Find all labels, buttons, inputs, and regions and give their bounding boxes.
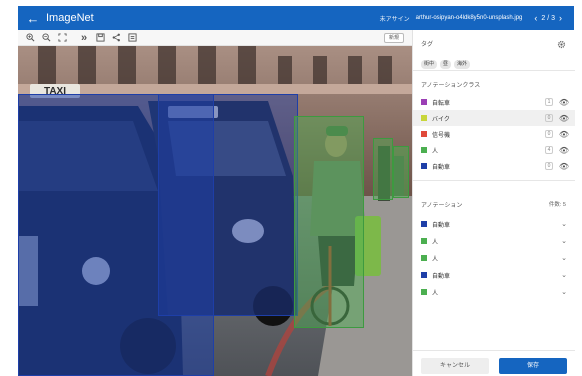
annotation-label: 人 <box>432 256 439 263</box>
annotation-label: 自動車 <box>432 222 451 229</box>
class-color-swatch <box>421 99 427 105</box>
skip-forward-icon[interactable]: » <box>78 32 90 44</box>
class-row[interactable]: 人 4 👁︎ <box>413 142 575 158</box>
tag-chip[interactable]: 昼 <box>440 60 452 69</box>
annotation-color-swatch <box>421 272 427 278</box>
file-name: arthur-osipyan-o4ldk8y5n0-unsplash.jpg <box>415 15 523 21</box>
annotations-count: 件数: 5 <box>548 202 566 208</box>
image-pager: ‹ 2 / 3 › <box>530 13 566 23</box>
class-label: 自動車 <box>432 164 451 171</box>
cancel-button[interactable]: キャンセル <box>421 358 489 374</box>
annotation-color-swatch <box>421 255 427 261</box>
annotation-box-person[interactable] <box>393 146 409 198</box>
annotation-label: 自動車 <box>432 273 451 280</box>
header-meta: 未アサイン arthur-osipyan-o4ldk8y5n0-unsplash… <box>380 13 574 23</box>
save-icon[interactable] <box>94 32 106 44</box>
prev-image-icon[interactable]: ‹ <box>530 13 541 23</box>
next-image-icon[interactable]: › <box>555 13 566 23</box>
image-toolbar: » 新規 <box>18 30 412 46</box>
notes-icon[interactable] <box>126 32 138 44</box>
tags-title: タグ <box>421 42 434 48</box>
annotation-row[interactable]: 人 ⌄ <box>413 250 575 266</box>
chevron-down-icon[interactable]: ⌄ <box>561 254 567 262</box>
annotation-box-car[interactable] <box>158 94 298 316</box>
fit-screen-icon[interactable] <box>56 32 68 44</box>
class-row[interactable]: 自転車 1 👁︎ <box>413 94 575 110</box>
class-label: 信号機 <box>432 132 451 139</box>
app-header: ← ImageNet 未アサイン arthur-osipyan-o4ldk8y5… <box>18 6 574 30</box>
new-button[interactable]: 新規 <box>383 33 404 43</box>
tag-chip[interactable]: 街中 <box>421 60 438 69</box>
visibility-eye-icon[interactable]: 👁︎ <box>559 114 569 123</box>
zoom-out-icon[interactable] <box>40 32 52 44</box>
tag-chip[interactable]: 海外 <box>454 60 471 69</box>
class-count: 0 <box>545 130 553 138</box>
class-color-swatch <box>421 163 427 169</box>
back-arrow-icon[interactable]: ← <box>22 11 44 26</box>
annotation-row[interactable]: 自動車 ⌄ <box>413 267 575 283</box>
class-label: バイク <box>432 116 450 123</box>
chevron-down-icon[interactable]: ⌄ <box>561 237 567 245</box>
classes-title: アノテーションクラス <box>421 83 481 89</box>
settings-gear-icon[interactable] <box>557 36 566 54</box>
class-label: 人 <box>432 148 439 155</box>
class-row[interactable]: バイク 0 👁︎ <box>413 110 575 126</box>
class-label: 自転車 <box>432 100 451 107</box>
annotation-panel: タグ 街中昼海外 アノテーションクラス 自転車 1 👁︎ バイク 0 👁︎ 信号… <box>412 30 575 376</box>
class-color-swatch <box>421 147 427 153</box>
class-count: 0 <box>545 114 553 122</box>
annotation-color-swatch <box>421 221 427 227</box>
annotation-row[interactable]: 自動車 ⌄ <box>413 216 575 232</box>
chevron-down-icon[interactable]: ⌄ <box>561 288 567 296</box>
visibility-eye-icon[interactable]: 👁︎ <box>559 130 569 139</box>
chevron-down-icon[interactable]: ⌄ <box>561 271 567 279</box>
annotation-box-person[interactable] <box>373 138 393 200</box>
visibility-eye-icon[interactable]: 👁︎ <box>559 146 569 155</box>
annotation-box-person[interactable] <box>294 116 364 328</box>
class-color-swatch <box>421 131 427 137</box>
annotations-title: アノテーション <box>421 203 463 209</box>
class-count: 1 <box>545 98 553 106</box>
class-row[interactable]: 信号機 0 👁︎ <box>413 126 575 142</box>
annotation-color-swatch <box>421 289 427 295</box>
chevron-down-icon[interactable]: ⌄ <box>561 220 567 228</box>
class-count: 4 <box>545 146 553 154</box>
annotation-row[interactable]: 人 ⌄ <box>413 233 575 249</box>
page-indicator: 2 / 3 <box>541 14 555 22</box>
share-icon[interactable] <box>110 32 122 44</box>
class-row[interactable]: 自動車 0 👁︎ <box>413 158 575 174</box>
zoom-in-icon[interactable] <box>24 32 36 44</box>
annotation-color-swatch <box>421 238 427 244</box>
tag-list: 街中昼海外 <box>421 52 473 70</box>
visibility-eye-icon[interactable]: 👁︎ <box>559 98 569 107</box>
app-title: ImageNet <box>46 12 94 24</box>
assignment-status: 未アサイン <box>379 16 410 23</box>
class-count: 0 <box>545 162 553 170</box>
image-canvas[interactable]: TAXI <box>18 46 412 376</box>
class-color-swatch <box>421 115 427 121</box>
annotation-row[interactable]: 人 ⌄ <box>413 284 575 300</box>
save-button[interactable]: 保存 <box>499 358 567 374</box>
annotation-label: 人 <box>432 239 439 246</box>
annotation-label: 人 <box>432 290 439 297</box>
visibility-eye-icon[interactable]: 👁︎ <box>559 162 569 171</box>
